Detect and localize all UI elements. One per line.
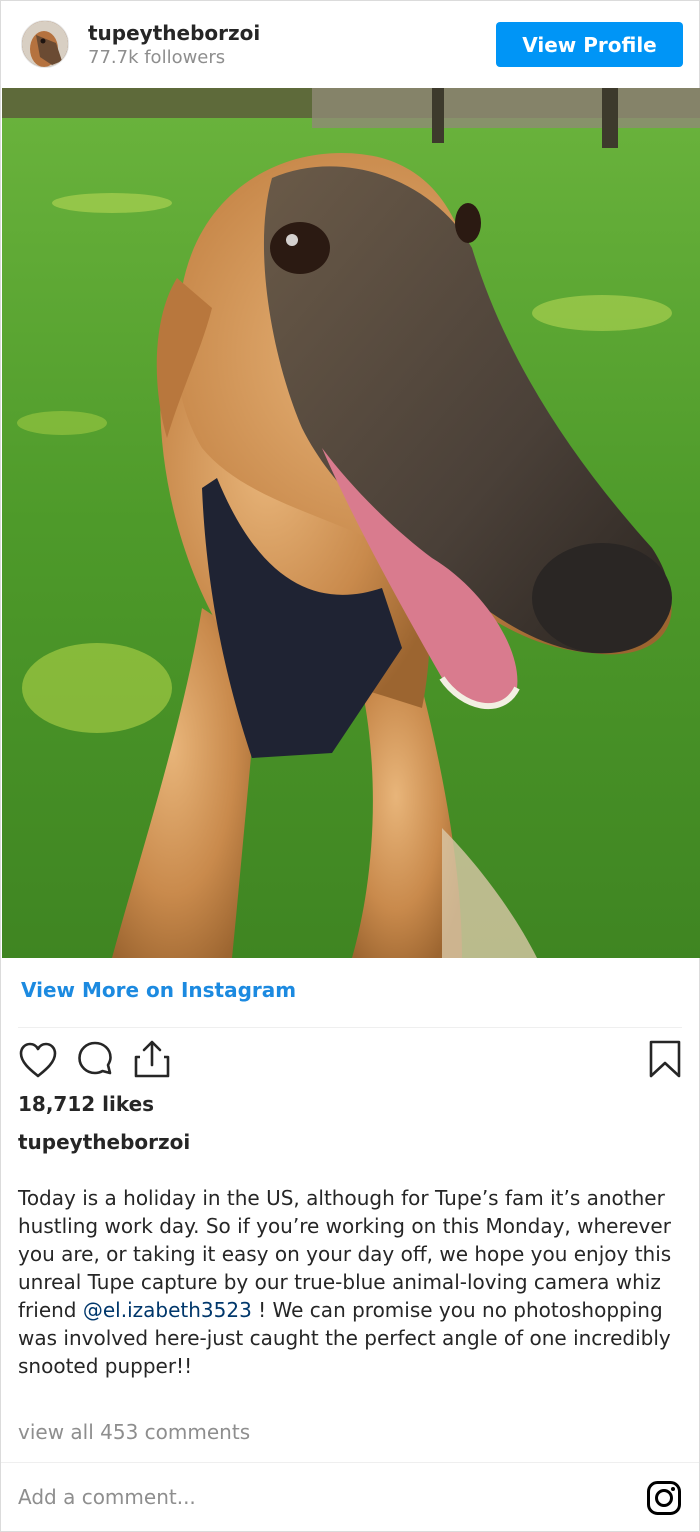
divider	[1, 1462, 699, 1463]
view-profile-button[interactable]: View Profile	[496, 22, 683, 67]
caption-username[interactable]: tupeytheborzoi	[18, 1130, 190, 1154]
post-header: tupeytheborzoi 77.7k followers View Prof…	[1, 1, 699, 88]
profile-username[interactable]: tupeytheborzoi	[88, 21, 260, 45]
divider	[18, 1027, 682, 1028]
view-all-comments-link[interactable]: view all 453 comments	[18, 1420, 250, 1444]
follower-count: 77.7k followers	[88, 47, 226, 68]
dog-photo-illustration	[2, 88, 700, 958]
add-comment-input[interactable]: Add a comment...	[18, 1485, 196, 1509]
view-more-on-instagram-link[interactable]: View More on Instagram	[21, 978, 296, 1002]
bookmark-icon[interactable]	[648, 1039, 682, 1083]
instagram-embed-card: tupeytheborzoi 77.7k followers View Prof…	[0, 0, 700, 1532]
post-caption: Today is a holiday in the US, although f…	[18, 1184, 688, 1380]
avatar[interactable]	[21, 20, 69, 68]
heart-icon[interactable]	[18, 1041, 58, 1083]
share-icon[interactable]	[132, 1039, 172, 1083]
likes-count[interactable]: 18,712 likes	[18, 1092, 154, 1116]
caption-mention-link[interactable]: @el.izabeth3523	[83, 1298, 252, 1322]
instagram-logo-icon[interactable]	[646, 1480, 682, 1516]
comment-icon[interactable]	[75, 1040, 115, 1084]
post-photo[interactable]	[2, 88, 700, 958]
